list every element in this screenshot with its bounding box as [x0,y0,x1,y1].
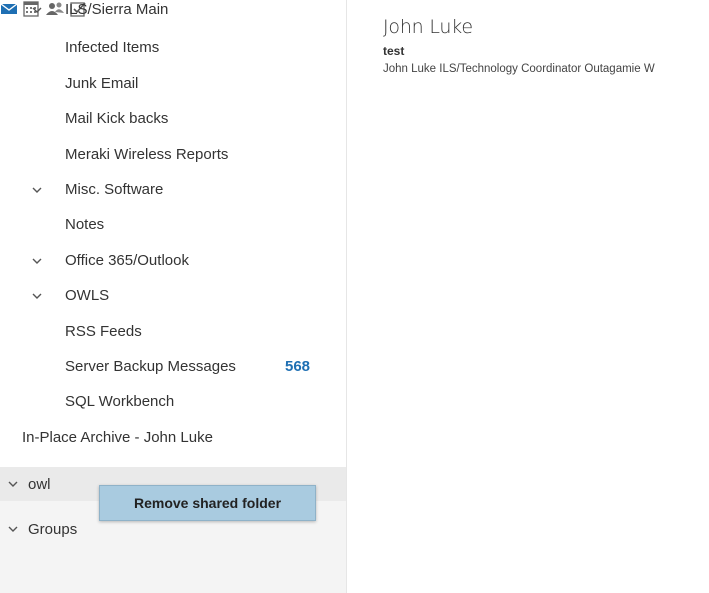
sender-name: John Luke [383,16,473,38]
chevron-down-icon[interactable] [30,254,44,268]
folder-list[interactable]: ILS/Sierra Main Infected Items Junk Emai… [0,0,346,467]
message-preview: John Luke ILS/Technology Coordinator Out… [383,63,655,75]
menu-item-label: Remove shared folder [133,495,282,511]
folder-label: Junk Email [65,75,139,92]
folder-rss-feeds[interactable]: RSS Feeds [0,314,346,349]
folder-junk-email[interactable]: Junk Email [0,66,346,101]
folder-label: Groups [28,520,78,538]
folder-office-365-outlook[interactable]: Office 365/Outlook [0,243,346,278]
folder-server-backup-messages[interactable]: Server Backup Messages 568 [0,349,346,384]
chevron-down-icon[interactable] [30,289,44,303]
folder-mail-kick-backs[interactable]: Mail Kick backs [0,101,346,136]
folder-label: owl [28,475,51,493]
folder-meraki-wireless-reports[interactable]: Meraki Wireless Reports [0,137,346,172]
folder-label: RSS Feeds [65,323,142,340]
folder-sql-workbench[interactable]: SQL Workbench [0,384,346,419]
pane-divider[interactable] [346,0,347,593]
folder-label: Server Backup Messages [65,358,236,375]
folder-label: SQL Workbench [65,393,175,410]
folder-label: Office 365/Outlook [65,252,189,269]
folder-label: Mail Kick backs [65,110,169,127]
folder-label: OWLS [65,287,110,304]
chevron-down-icon[interactable] [6,477,20,491]
chevron-down-icon[interactable] [30,183,44,197]
reading-pane: John Luke test John Luke ILS/Technology … [383,16,709,75]
chevron-down-icon[interactable] [6,522,20,536]
folder-owls[interactable]: OWLS [0,278,346,313]
folder-pane: ILS/Sierra Main Infected Items Junk Emai… [0,0,346,593]
unread-count-badge: 568 [285,358,311,375]
folder-label: Meraki Wireless Reports [65,146,229,163]
folder-misc-software[interactable]: Misc. Software [0,172,346,207]
folder-label: In-Place Archive - John Luke [22,429,213,446]
remove-shared-folder-menu-item[interactable]: Remove shared folder [99,485,316,521]
message-subject: test [383,44,405,58]
folder-notes[interactable]: Notes [0,207,346,242]
folder-ils-sierra-main[interactable]: ILS/Sierra Main [0,0,346,27]
folder-label: Infected Items [65,39,160,56]
folder-infected-items[interactable]: Infected Items [0,30,346,65]
chevron-down-icon[interactable] [30,3,44,17]
folder-label: ILS/Sierra Main [65,1,169,18]
folder-label: Misc. Software [65,181,164,198]
folder-in-place-archive[interactable]: In-Place Archive - John Luke [0,420,346,455]
folder-label: Notes [65,216,105,233]
